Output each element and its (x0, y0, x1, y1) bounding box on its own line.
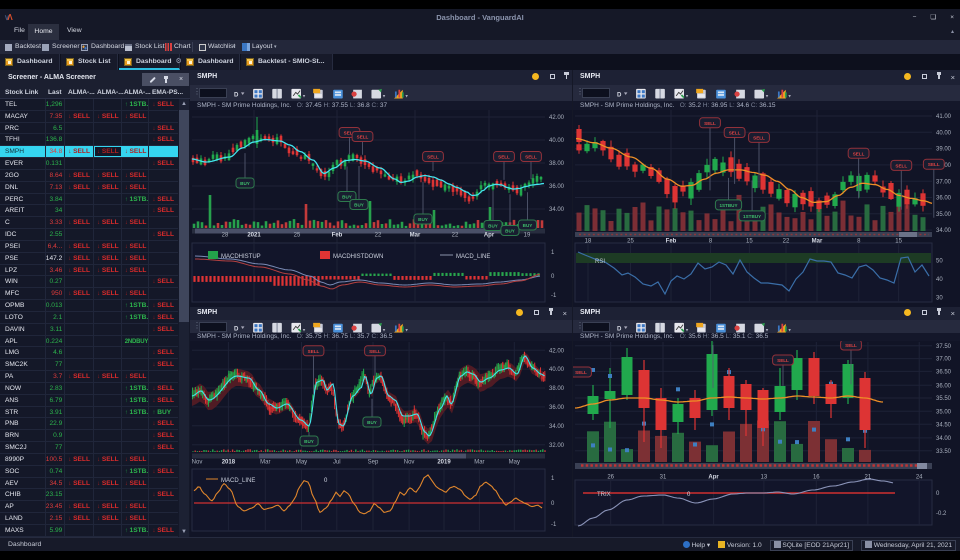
svg-text:MACD_LINE: MACD_LINE (456, 254, 490, 260)
svg-text:34.00: 34.00 (936, 436, 952, 442)
svg-text:BUY: BUY (523, 223, 533, 228)
svg-text:May: May (509, 460, 520, 466)
svg-text:35.50: 35.50 (936, 396, 952, 402)
svg-text:Sep: Sep (368, 460, 379, 466)
svg-text:▾: ▾ (303, 93, 306, 99)
svg-text:22: 22 (452, 233, 459, 239)
svg-text:Mar: Mar (260, 460, 270, 466)
svg-text:BUY: BUY (342, 195, 352, 200)
svg-text:MACD_LINE: MACD_LINE (221, 478, 255, 484)
svg-text:2019: 2019 (437, 460, 451, 466)
svg-text:SELL: SELL (895, 163, 907, 168)
svg-text:BUY: BUY (354, 203, 364, 208)
svg-text:30: 30 (936, 296, 943, 302)
svg-text:38.00: 38.00 (549, 161, 565, 167)
svg-text:40.00: 40.00 (549, 138, 565, 144)
svg-text:34.00: 34.00 (549, 424, 565, 430)
svg-text:-0.2: -0.2 (936, 511, 947, 517)
svg-text:36.00: 36.00 (936, 196, 952, 202)
svg-text:Apr: Apr (484, 233, 495, 239)
svg-text:36.00: 36.00 (549, 405, 565, 411)
svg-text:-1: -1 (551, 293, 557, 299)
svg-text:36.00: 36.00 (549, 184, 565, 190)
svg-text:SELL: SELL (369, 349, 381, 354)
svg-text:SELL: SELL (845, 343, 857, 348)
svg-text:19: 19 (524, 233, 531, 239)
svg-text:BUY: BUY (505, 229, 515, 234)
svg-text:D: D (234, 91, 239, 98)
svg-text:Nov: Nov (404, 460, 415, 466)
svg-text:42.00: 42.00 (549, 115, 565, 121)
svg-text:Mar: Mar (474, 460, 484, 466)
svg-text:42.00: 42.00 (549, 348, 565, 354)
svg-text:SELL: SELL (753, 135, 765, 140)
svg-text:BUY: BUY (367, 420, 377, 425)
svg-text:BUY: BUY (240, 181, 250, 186)
svg-text:40.00: 40.00 (549, 367, 565, 373)
svg-text:BUY: BUY (488, 224, 498, 229)
svg-text:BUY: BUY (304, 439, 314, 444)
svg-text:36.00: 36.00 (936, 383, 952, 389)
svg-text:TRIX: TRIX (597, 492, 611, 498)
svg-text:41.00: 41.00 (936, 114, 952, 120)
svg-text:▾: ▾ (405, 93, 408, 99)
svg-text:25: 25 (294, 233, 301, 239)
svg-text:SELL: SELL (427, 155, 439, 160)
svg-text:Nov: Nov (192, 460, 203, 466)
svg-text:SELL: SELL (928, 162, 940, 167)
svg-text:Jul: Jul (333, 460, 341, 466)
svg-text:34.00: 34.00 (936, 228, 952, 234)
svg-text:37.00: 37.00 (936, 357, 952, 363)
svg-text:SELL: SELL (357, 135, 369, 140)
svg-text:2018: 2018 (222, 460, 236, 466)
svg-text:35.00: 35.00 (936, 212, 952, 218)
svg-text:May: May (296, 460, 307, 466)
svg-text:Mar: Mar (410, 233, 421, 239)
svg-text:40.00: 40.00 (936, 130, 952, 136)
svg-text:50: 50 (936, 259, 943, 265)
svg-text:SELL: SELL (525, 155, 537, 160)
svg-text:34.50: 34.50 (936, 422, 952, 428)
svg-text:34.00: 34.00 (549, 207, 565, 213)
svg-text:SELL: SELL (308, 349, 320, 354)
svg-text:37.50: 37.50 (936, 344, 952, 350)
svg-text:▾: ▾ (788, 93, 791, 99)
svg-text:38.00: 38.00 (549, 386, 565, 392)
svg-text:▾: ▾ (383, 93, 386, 99)
svg-text:D: D (617, 91, 622, 98)
svg-text:22: 22 (375, 233, 382, 239)
svg-text:1STBUY: 1STBUY (719, 203, 737, 208)
svg-text:SELL: SELL (729, 131, 741, 136)
svg-text:-1: -1 (551, 522, 557, 528)
svg-text:MACDHISTUP: MACDHISTUP (221, 254, 261, 260)
svg-text:SELL: SELL (575, 370, 587, 375)
svg-text:SELL: SELL (498, 155, 510, 160)
svg-text:39.00: 39.00 (936, 147, 952, 153)
svg-text:SELL: SELL (704, 121, 716, 126)
svg-text:2021: 2021 (247, 233, 261, 239)
svg-text:28: 28 (222, 233, 229, 239)
svg-text:D: D (234, 325, 239, 332)
svg-text:32.00: 32.00 (549, 443, 565, 449)
svg-text:SELL: SELL (777, 358, 789, 363)
svg-text:▾: ▾ (766, 93, 769, 99)
svg-text:RSI: RSI (595, 259, 605, 265)
svg-text:▾: ▾ (686, 93, 689, 99)
svg-text:BUY: BUY (418, 217, 428, 222)
svg-text:33.50: 33.50 (936, 449, 952, 455)
svg-text:36.50: 36.50 (936, 370, 952, 376)
svg-text:MACDHISTDOWN: MACDHISTDOWN (333, 254, 383, 260)
svg-text:37.00: 37.00 (936, 179, 952, 185)
svg-text:40: 40 (936, 277, 943, 283)
svg-text:SELL: SELL (853, 151, 865, 156)
svg-text:Feb: Feb (332, 233, 343, 239)
svg-text:35.00: 35.00 (936, 409, 952, 415)
svg-text:D: D (617, 325, 622, 332)
svg-text:1STBUY: 1STBUY (743, 214, 761, 219)
